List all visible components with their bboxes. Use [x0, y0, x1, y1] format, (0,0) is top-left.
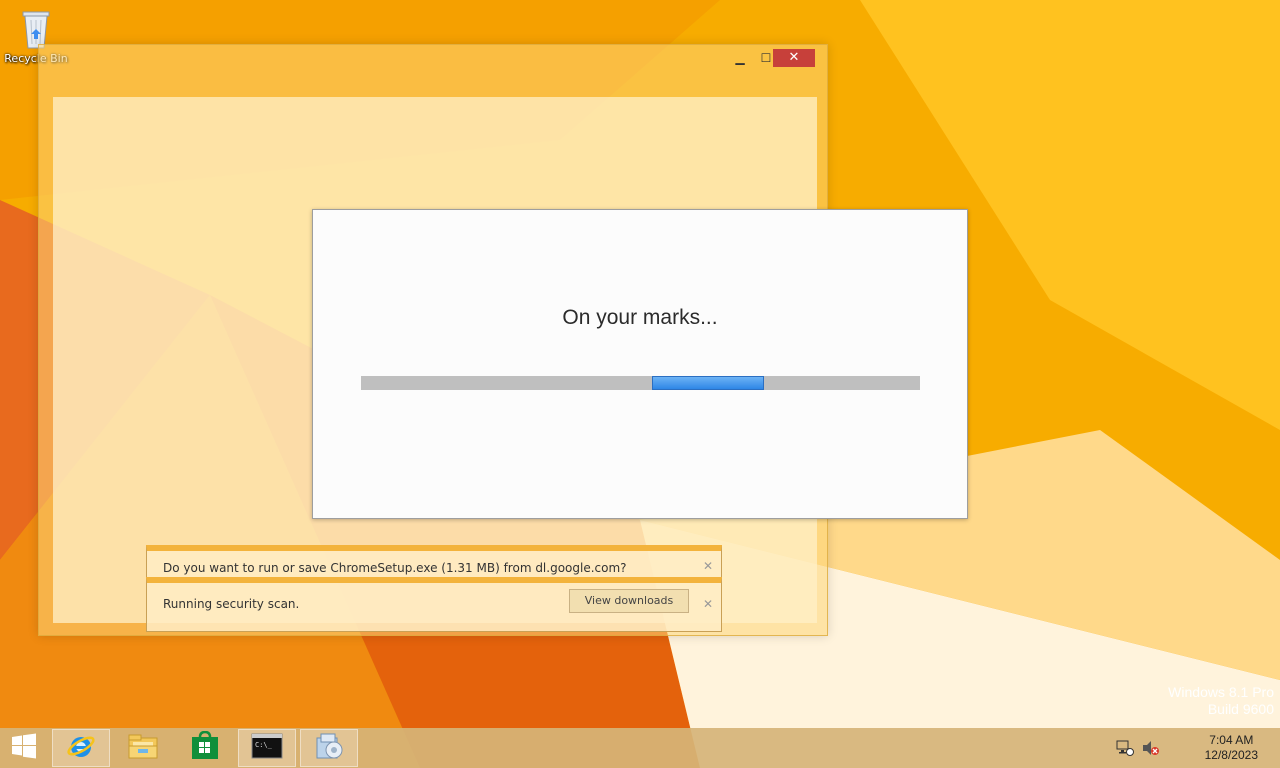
download-prompt-text: Do you want to run or save ChromeSetup.e…	[163, 561, 627, 575]
taskbar-internet-explorer[interactable]	[52, 729, 110, 767]
security-scan-bar: Running security scan. View downloads ✕	[146, 577, 722, 632]
installer-icon	[313, 730, 345, 766]
taskbar-store[interactable]	[176, 729, 234, 767]
clock-time: 7:04 AM	[1209, 733, 1254, 747]
installer-progress-indicator	[652, 376, 764, 390]
taskbar-command-prompt[interactable]: C:\_	[238, 729, 296, 767]
chrome-installer-dialog: On your marks...	[312, 209, 968, 519]
cmd-icon: C:\_	[251, 733, 283, 763]
windows-build-watermark: Windows 8.1 Pro Build 9600	[1168, 684, 1274, 718]
network-icon[interactable]	[1116, 740, 1134, 760]
taskbar: C:\_ 7:04 AM 12/8/2023	[0, 728, 1280, 768]
download-prompt-close-icon[interactable]: ✕	[703, 559, 713, 573]
folder-icon	[127, 732, 159, 764]
view-downloads-button[interactable]: View downloads	[569, 589, 689, 613]
download-prompt-bar: Do you want to run or save ChromeSetup.e…	[146, 545, 722, 577]
store-icon	[190, 730, 220, 765]
close-button[interactable]: ✕	[773, 49, 815, 67]
ie-icon	[66, 731, 96, 765]
taskbar-clock[interactable]: 7:04 AM 12/8/2023	[1205, 733, 1258, 763]
volume-muted-icon[interactable]	[1142, 740, 1160, 760]
taskbar-chrome-installer[interactable]	[300, 729, 358, 767]
svg-text:C:\_: C:\_	[255, 741, 273, 749]
installer-progress-bar	[361, 376, 920, 390]
installer-status-text: On your marks...	[562, 306, 718, 329]
watermark-build: Build 9600	[1207, 701, 1274, 717]
security-scan-close-icon[interactable]: ✕	[703, 597, 713, 611]
minimize-button[interactable]: ▁	[727, 49, 753, 67]
start-button[interactable]	[0, 729, 48, 767]
watermark-edition: Windows 8.1 Pro	[1168, 684, 1274, 700]
security-scan-text: Running security scan.	[163, 597, 300, 611]
windows-logo-icon	[11, 733, 37, 763]
clock-date: 12/8/2023	[1204, 748, 1258, 762]
taskbar-file-explorer[interactable]	[114, 729, 172, 767]
